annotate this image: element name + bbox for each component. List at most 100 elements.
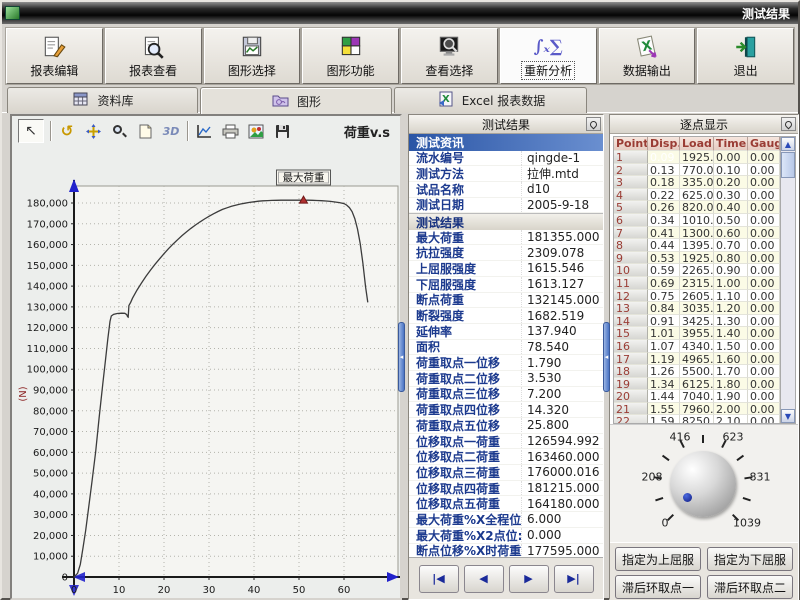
data-cell[interactable]: 1.26 — [648, 365, 680, 378]
points-table[interactable]: Point#Disp.LoadTimeGauge10.091925.00.000… — [613, 136, 781, 424]
data-cell[interactable]: 1300.0 — [680, 227, 714, 240]
toolbar-button-reanalyze[interactable]: ∫ₓ∑重新分析 — [500, 28, 597, 84]
data-cell[interactable]: 0.00 — [748, 403, 780, 416]
data-cell[interactable]: 0.00 — [748, 176, 780, 189]
data-cell[interactable]: 5500.0 — [680, 365, 714, 378]
data-cell[interactable]: 770.00 — [680, 164, 714, 177]
row-number-cell[interactable]: 22 — [614, 415, 648, 424]
toolbar-button-report-edit[interactable]: 报表编辑 — [6, 28, 103, 84]
scroll-up-icon[interactable]: ▲ — [781, 137, 795, 151]
data-cell[interactable]: 335.00 — [680, 176, 714, 189]
data-cell[interactable]: 4340.0 — [680, 340, 714, 353]
data-cell[interactable]: 3035.0 — [680, 302, 714, 315]
row-number-cell[interactable]: 13 — [614, 302, 648, 315]
data-cell[interactable]: 820.00 — [680, 201, 714, 214]
data-cell[interactable]: 0.00 — [748, 151, 780, 164]
data-cell[interactable]: 0.90 — [714, 264, 748, 277]
row-number-cell[interactable]: 1 — [614, 151, 648, 164]
row-number-cell[interactable]: 6 — [614, 214, 648, 227]
row-number-cell[interactable]: 11 — [614, 277, 648, 290]
data-cell[interactable]: 8250.0 — [680, 415, 714, 424]
data-cell[interactable]: 0.00 — [748, 290, 780, 303]
data-cell[interactable]: 1.01 — [648, 327, 680, 340]
data-cell[interactable]: 0.00 — [748, 264, 780, 277]
data-cell[interactable]: 1.34 — [648, 378, 680, 391]
data-cell[interactable]: 0.00 — [748, 164, 780, 177]
zoom-in-tool-icon[interactable] — [109, 121, 129, 141]
data-cell[interactable]: 1010.0 — [680, 214, 714, 227]
data-cell[interactable]: 3955.0 — [680, 327, 714, 340]
table-scrollbar[interactable]: ▲ ▼ — [780, 136, 796, 424]
data-cell[interactable]: 0.84 — [648, 302, 680, 315]
data-cell[interactable]: 0.34 — [648, 214, 680, 227]
data-cell[interactable]: 0.59 — [648, 264, 680, 277]
data-cell[interactable]: 0.80 — [714, 252, 748, 265]
data-cell[interactable]: 0.00 — [748, 239, 780, 252]
data-cell[interactable]: 2315.0 — [680, 277, 714, 290]
column-header-load[interactable]: Load — [680, 137, 714, 151]
data-cell[interactable]: 0.00 — [748, 340, 780, 353]
set-lower-yield-button[interactable]: 指定为下屈服 — [707, 547, 793, 571]
row-number-cell[interactable]: 21 — [614, 403, 648, 416]
data-cell[interactable]: 0.75 — [648, 290, 680, 303]
toolbar-button-view-select[interactable]: 查看选择 — [401, 28, 498, 84]
toolbar-button-report-view[interactable]: 报表查看 — [105, 28, 202, 84]
toolbar-button-data-export[interactable]: X数据输出 — [599, 28, 696, 84]
data-cell[interactable]: 1.50 — [714, 340, 748, 353]
data-cell[interactable]: 2265.0 — [680, 264, 714, 277]
row-number-cell[interactable]: 8 — [614, 239, 648, 252]
data-cell[interactable]: 0.00 — [748, 227, 780, 240]
tab-database[interactable]: 资料库 — [7, 87, 198, 113]
data-cell[interactable]: 0.00 — [714, 151, 748, 164]
scrollbar-thumb[interactable] — [781, 152, 795, 178]
data-cell[interactable]: 1.10 — [714, 290, 748, 303]
data-cell[interactable]: 3425.0 — [680, 315, 714, 328]
data-cell[interactable]: 2605.0 — [680, 290, 714, 303]
data-cell[interactable]: 0.26 — [648, 201, 680, 214]
previous-record-button[interactable]: ◀ — [464, 565, 504, 593]
data-cell[interactable]: 1.44 — [648, 390, 680, 403]
data-cell[interactable]: 0.70 — [714, 239, 748, 252]
data-cell[interactable]: 1.59 — [648, 415, 680, 424]
data-cell[interactable]: 1.07 — [648, 340, 680, 353]
print-tool-icon[interactable] — [220, 121, 240, 141]
row-number-cell[interactable]: 10 — [614, 264, 648, 277]
data-cell[interactable]: 0.00 — [748, 315, 780, 328]
data-cell[interactable]: 4965.0 — [680, 353, 714, 366]
data-cell[interactable]: 0.44 — [648, 239, 680, 252]
data-cell[interactable]: 0.40 — [714, 201, 748, 214]
save-tool-icon[interactable] — [272, 121, 292, 141]
data-cell[interactable]: 0.30 — [714, 189, 748, 202]
pin-button[interactable] — [586, 117, 601, 131]
data-cell[interactable]: 1395.0 — [680, 239, 714, 252]
row-number-cell[interactable]: 4 — [614, 189, 648, 202]
data-cell[interactable]: 1.19 — [648, 353, 680, 366]
row-number-cell[interactable]: 19 — [614, 378, 648, 391]
scroll-down-icon[interactable]: ▼ — [781, 409, 795, 423]
data-cell[interactable]: 0.20 — [714, 176, 748, 189]
data-cell[interactable]: 0.00 — [748, 189, 780, 202]
next-record-button[interactable]: ▶ — [509, 565, 549, 593]
rotate-tool-icon[interactable]: ↺ — [57, 121, 77, 141]
splitter-right[interactable]: ◂ — [603, 322, 610, 392]
data-cell[interactable]: 0.69 — [648, 277, 680, 290]
data-cell[interactable]: 0.00 — [748, 252, 780, 265]
tab-graph[interactable]: 图形 — [200, 87, 392, 114]
data-cell[interactable]: 1.55 — [648, 403, 680, 416]
data-cell[interactable]: 0.00 — [748, 378, 780, 391]
hysteresis-point1-button[interactable]: 滞后环取点一 — [615, 575, 701, 599]
row-number-cell[interactable]: 20 — [614, 390, 648, 403]
row-number-cell[interactable]: 3 — [614, 176, 648, 189]
chart-tool-icon[interactable] — [194, 121, 214, 141]
data-cell[interactable]: 0.00 — [748, 390, 780, 403]
data-cell[interactable]: 0.10 — [714, 164, 748, 177]
row-number-cell[interactable]: 17 — [614, 353, 648, 366]
row-number-cell[interactable]: 14 — [614, 315, 648, 328]
data-cell[interactable]: 0.60 — [714, 227, 748, 240]
data-cell[interactable]: 0.09 — [648, 151, 680, 164]
splitter-left[interactable]: ◂ — [398, 322, 405, 392]
hysteresis-point2-button[interactable]: 滞后环取点二 — [707, 575, 793, 599]
row-number-cell[interactable]: 9 — [614, 252, 648, 265]
data-cell[interactable]: 1.00 — [714, 277, 748, 290]
data-cell[interactable]: 625.00 — [680, 189, 714, 202]
